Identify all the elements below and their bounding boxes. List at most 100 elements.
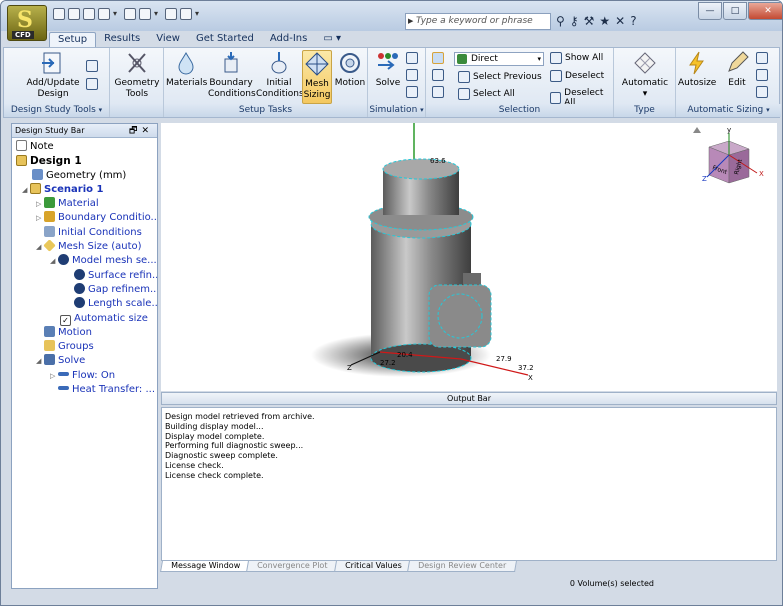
tree-item-design[interactable]: Design 1 [12,154,157,168]
tree-item-solve[interactable]: ◢ Solve [12,354,157,368]
group-label[interactable]: Automatic Sizing ▾ [676,104,781,117]
browser-icon[interactable] [165,8,177,20]
undo-icon[interactable] [124,8,136,20]
home-view-icon[interactable] [693,127,701,133]
autosize-button[interactable]: Autosize [678,50,716,89]
open-folder-icon[interactable] [68,8,80,20]
tab-message-window[interactable]: Message Window [160,561,252,572]
key-icon[interactable]: ⚷ [570,14,579,28]
tab-add-ins[interactable]: Add-Ins [262,32,315,47]
tab-view[interactable]: View [148,32,188,47]
new-file-icon[interactable] [53,8,65,20]
tab-setup[interactable]: Setup [49,32,97,47]
cube-x-label: X [759,170,764,178]
tree-item-model-mesh-settings[interactable]: ◢ Model mesh se... [12,254,157,268]
expand-arrow-icon[interactable]: ▷ [36,197,44,211]
collapse-arrow-icon[interactable]: ◢ [36,240,44,254]
star-icon[interactable]: ★ [599,14,610,28]
expand-arrow-icon[interactable]: ▷ [50,369,58,383]
add-update-design-button[interactable]: Add/Update Design [24,50,82,100]
tab-design-review-center[interactable]: Design Review Center [407,561,518,572]
collapse-arrow-icon[interactable]: ◢ [36,354,44,368]
tab-extra-dropdown[interactable]: ▭ ▾ [315,32,349,47]
sizing-table-icon[interactable] [756,52,768,64]
report-icon[interactable] [406,69,418,81]
chevron-down-icon[interactable]: ▾ [154,8,162,20]
collapse-arrow-icon[interactable]: ◢ [22,183,30,197]
checkbox[interactable]: ✓ [60,314,71,326]
save-all-icon[interactable] [98,8,110,20]
tools-icon[interactable]: ⚒ [584,14,595,28]
motion-button[interactable]: Motion [334,50,366,89]
view-cube[interactable]: Front Right y X Z [693,126,764,184]
document-icon[interactable] [86,60,98,72]
edit-list-icon[interactable] [86,78,98,90]
deselect-all-icon [550,92,562,104]
group-setup-tasks: Materials Boundary Conditions Initial Co… [164,48,368,117]
tree-item-automatic-size[interactable]: ✓ Automatic size [12,312,157,326]
initial-conditions-button[interactable]: Initial Conditions [256,50,304,100]
select-volume-icon[interactable] [432,52,444,64]
tree-item-groups[interactable]: Groups [12,340,157,354]
tree-item-flow[interactable]: ▷ Flow: On [12,369,157,383]
solve-button[interactable]: Solve [372,50,404,89]
tree-item-initial-conditions[interactable]: Initial Conditions [12,225,157,240]
select-all-button[interactable]: Select All [458,88,515,100]
select-previous-button[interactable]: Select Previous [458,71,542,83]
chevron-down-icon[interactable]: ▾ [195,8,203,20]
expand-arrow-icon[interactable]: ▷ [36,211,44,225]
pin-icon[interactable]: 🗗 [129,126,141,136]
maximize-button[interactable]: □ [723,2,747,20]
diagnostics-icon[interactable] [756,86,768,98]
search-input[interactable]: ▶ Type a keyword or phrase [405,13,551,30]
select-surface-icon[interactable] [432,69,444,81]
tab-results[interactable]: Results [96,32,148,47]
close-button[interactable]: ✕ [748,2,782,20]
tab-convergence-plot[interactable]: Convergence Plot [246,561,339,572]
application-menu-button[interactable]: S CFD [7,5,47,41]
show-all-button[interactable]: Show All [550,52,603,64]
close-icon[interactable]: ✕ [141,126,153,136]
email-icon[interactable] [406,86,418,98]
tree-item-gap-refinement[interactable]: Gap refinem... [12,282,157,297]
boundary-conditions-button[interactable]: Boundary Conditions [208,50,256,100]
spread-icon[interactable] [756,69,768,81]
graphics-viewport[interactable]: 63.6 20.4 27.2 27.9 37.2 Z X Front Right… [161,123,777,391]
edit-button[interactable]: Edit [722,50,752,89]
materials-button[interactable]: Materials [166,50,207,89]
tree-item-scenario[interactable]: ◢ Scenario 1 [12,182,157,197]
deselect-button[interactable]: Deselect [550,70,604,82]
inlet-face[interactable] [382,158,460,180]
mesh-sizing-button[interactable]: Mesh Sizing [302,50,332,104]
minimize-button[interactable]: — [698,2,722,20]
tab-get-started[interactable]: Get Started [188,32,262,47]
select-edge-icon[interactable] [432,86,444,98]
tree-item-note[interactable]: Note [12,140,157,154]
automatic-button[interactable]: Automatic ▾ [620,50,670,100]
tab-critical-values[interactable]: Critical Values [333,561,413,572]
group-label[interactable]: Design Study Tools ▾ [4,104,109,117]
tree-item-heat-transfer[interactable]: Heat Transfer: ... [12,383,157,397]
collapse-arrow-icon[interactable]: ◢ [50,254,58,268]
expand-arrow-icon[interactable]: ▶ [408,17,413,25]
grid-icon[interactable] [180,8,192,20]
group-label[interactable]: Simulation ▾ [368,104,425,117]
exchange-icon[interactable]: ✕ [615,14,625,28]
geometry-tools-button[interactable]: Geometry Tools [114,50,160,100]
tree-item-mesh-size[interactable]: ◢ Mesh Size (auto) [12,240,157,254]
output-bar-header[interactable]: Output Bar [161,392,777,405]
redo-icon[interactable] [139,8,151,20]
tree-item-boundary-conditions[interactable]: ▷ Boundary Conditio... [12,211,157,225]
selection-mode-select[interactable]: Direct ▾ [454,52,544,66]
run-settings-icon[interactable] [406,52,418,64]
chevron-down-icon[interactable]: ▾ [113,8,121,20]
binoculars-icon[interactable]: ⚲ [556,14,565,28]
tree-item-geometry[interactable]: Geometry (mm) [12,168,157,183]
help-icon[interactable]: ? [630,14,636,28]
tree-item-motion[interactable]: Motion [12,325,157,340]
info-icon [74,268,85,280]
tree-item-surface-refinement[interactable]: Surface refin... [12,268,157,283]
save-icon[interactable] [83,8,95,20]
tree-item-length-scale[interactable]: Length scale... [12,297,157,311]
tree-item-material[interactable]: ▷ Material [12,197,157,211]
